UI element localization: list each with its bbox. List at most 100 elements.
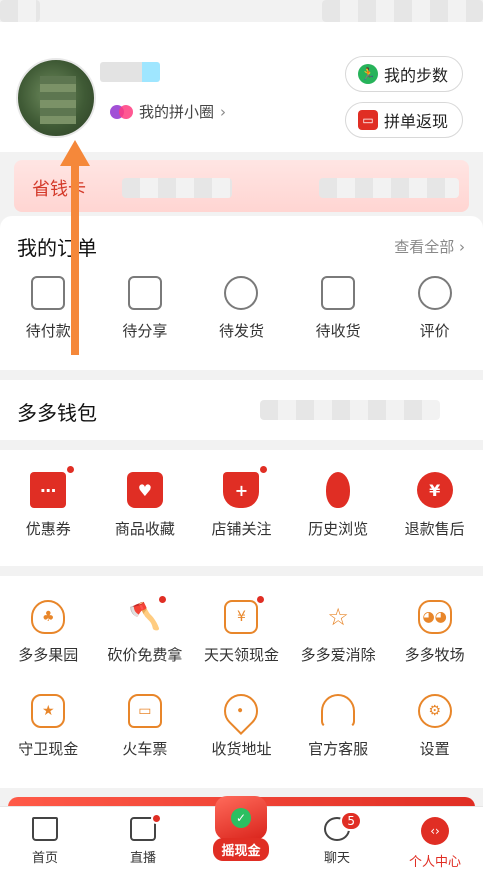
- bargain-button[interactable]: 🪓 砍价免费拿: [97, 594, 194, 665]
- favorites-button[interactable]: ♥ 商品收藏: [97, 472, 194, 539]
- group-refund-button[interactable]: ▭ 拼单返现: [345, 102, 463, 138]
- red-envelope-icon: ▭: [358, 110, 378, 130]
- star-icon: [417, 276, 452, 310]
- phone-check-icon: ✓: [215, 796, 267, 840]
- store-icon: +: [223, 464, 270, 508]
- service-label: 砍价免费拿: [107, 646, 183, 664]
- orchard-button[interactable]: ♣ 多多果园: [0, 600, 97, 665]
- circle-icon: [110, 104, 134, 120]
- shipping-address-button[interactable]: • 收货地址: [193, 686, 290, 759]
- savings-card-info-blur: [122, 178, 232, 198]
- headset-icon: [321, 694, 356, 728]
- chat-unread-badge: 5: [340, 811, 362, 831]
- status-bar-blur-right: [322, 0, 483, 22]
- pending-receipt-button[interactable]: 待收货: [290, 276, 387, 341]
- notification-dot: [156, 594, 168, 605]
- followed-stores-button[interactable]: + 店铺关注: [193, 464, 290, 539]
- coupon-icon: ⋯: [30, 464, 77, 508]
- order-item-label: 待发货: [218, 322, 264, 340]
- notification-dot: [65, 464, 77, 475]
- profile-face-icon: ‹›: [421, 817, 449, 845]
- gear-icon: ⚙: [417, 694, 452, 728]
- review-button[interactable]: 评价: [386, 276, 483, 341]
- tab-label: 个人中心: [408, 855, 461, 870]
- status-bar-blur-left: [0, 0, 40, 22]
- chevron-right-icon: ›: [220, 102, 227, 121]
- shortcut-label: 历史浏览: [308, 520, 369, 538]
- home-icon: [32, 817, 58, 841]
- yuan-icon: ¥: [416, 472, 453, 508]
- shortcut-label: 优惠券: [25, 520, 71, 538]
- tab-home[interactable]: 首页: [10, 817, 80, 866]
- tree-icon: ♣: [31, 600, 66, 634]
- savings-card-action-blur: [319, 178, 459, 198]
- footprint-icon: [320, 472, 356, 508]
- ranch-button[interactable]: ◕◕ 多多牧场: [386, 600, 483, 665]
- tab-me[interactable]: ‹› 个人中心: [400, 817, 470, 870]
- services-row-2: ★ 守卫现金 ▭ 火车票 • 收货地址 官方客服 ⚙ 设置: [0, 686, 483, 759]
- order-item-label: 评价: [419, 322, 450, 340]
- coupons-button[interactable]: ⋯ 优惠券: [0, 464, 97, 539]
- shortcut-label: 退款售后: [404, 520, 465, 538]
- service-label: 多多爱消除: [300, 646, 376, 664]
- history-button[interactable]: 历史浏览: [290, 472, 387, 539]
- elimination-game-button[interactable]: ☆ 多多爱消除: [290, 600, 387, 665]
- service-label: 天天领现金: [203, 646, 279, 664]
- my-steps-label: 我的步数: [384, 66, 449, 85]
- service-label: 多多果园: [18, 646, 79, 664]
- annotation-arrow-icon: [60, 140, 90, 355]
- tab-live[interactable]: 直播: [108, 813, 178, 866]
- shortcuts-section: ⋯ 优惠券 ♥ 商品收藏 + 店铺关注 历史浏览 ¥ 退款售后: [0, 450, 483, 566]
- clock-icon: [224, 276, 259, 310]
- order-item-label: 待分享: [122, 322, 168, 340]
- guard-cash-button[interactable]: ★ 守卫现金: [0, 694, 97, 759]
- my-circle-link[interactable]: 我的拼小圈 ›: [110, 101, 226, 122]
- cash-jar-icon: ★: [31, 694, 66, 728]
- notification-dot: [255, 594, 267, 605]
- service-label: 多多牧场: [404, 646, 465, 664]
- train-tickets-button[interactable]: ▭ 火车票: [97, 694, 194, 759]
- customer-service-button[interactable]: 官方客服: [290, 694, 387, 759]
- pending-share-button[interactable]: 待分享: [97, 276, 194, 341]
- wallet-balance-blur: [260, 400, 440, 420]
- wallet-section[interactable]: 多多钱包: [0, 380, 483, 440]
- service-label: 设置: [419, 740, 450, 758]
- view-all-label: 查看全部: [394, 238, 455, 256]
- shortcuts-row: ⋯ 优惠券 ♥ 商品收藏 + 店铺关注 历史浏览 ¥ 退款售后: [0, 464, 483, 539]
- location-pin-icon: •: [217, 686, 266, 736]
- service-label: 官方客服: [308, 740, 369, 758]
- services-section: ♣ 多多果园 🪓 砍价免费拿 ¥ 天天领现金 ☆ 多多爱消除 ◕◕ 多多牧场 ★…: [0, 576, 483, 788]
- axe-icon: 🪓: [128, 594, 168, 634]
- service-label: 火车票: [122, 740, 168, 758]
- tab-label: 聊天: [323, 851, 350, 866]
- cow-icon: ◕◕: [417, 600, 452, 634]
- share-icon: [127, 276, 162, 310]
- avatar[interactable]: [16, 58, 96, 138]
- daily-cash-button[interactable]: ¥ 天天领现金: [193, 594, 290, 665]
- notification-dot: [258, 464, 270, 475]
- tab-label: 直播: [129, 851, 156, 866]
- chat-bubble-icon: 5: [324, 811, 362, 841]
- services-row-1: ♣ 多多果园 🪓 砍价免费拿 ¥ 天天领现金 ☆ 多多爱消除 ◕◕ 多多牧场: [0, 594, 483, 665]
- service-label: 收货地址: [211, 740, 272, 758]
- star-wand-icon: ☆: [327, 603, 349, 631]
- group-refund-label: 拼单返现: [384, 112, 449, 131]
- order-item-label: 待收货: [315, 322, 361, 340]
- view-all-orders-link[interactable]: 查看全部 ›: [394, 236, 465, 257]
- my-circle-label: 我的拼小圈: [139, 103, 215, 121]
- shake-cash-button[interactable]: ✓ 摇现金: [202, 796, 280, 862]
- running-icon: 🏃: [358, 64, 378, 84]
- shortcut-label: 店铺关注: [211, 520, 272, 538]
- train-icon: ▭: [127, 694, 162, 728]
- notification-dot: [151, 813, 162, 824]
- pending-shipment-button[interactable]: 待发货: [193, 276, 290, 341]
- refund-service-button[interactable]: ¥ 退款售后: [386, 472, 483, 539]
- shortcut-label: 商品收藏: [114, 520, 175, 538]
- tab-label: 首页: [31, 851, 58, 866]
- tab-chat[interactable]: 5 聊天: [302, 811, 372, 866]
- truck-icon: [321, 276, 356, 310]
- settings-button[interactable]: ⚙ 设置: [386, 694, 483, 759]
- shake-cash-label: 摇现金: [213, 838, 269, 861]
- my-steps-button[interactable]: 🏃 我的步数: [345, 56, 463, 92]
- service-label: 守卫现金: [18, 740, 79, 758]
